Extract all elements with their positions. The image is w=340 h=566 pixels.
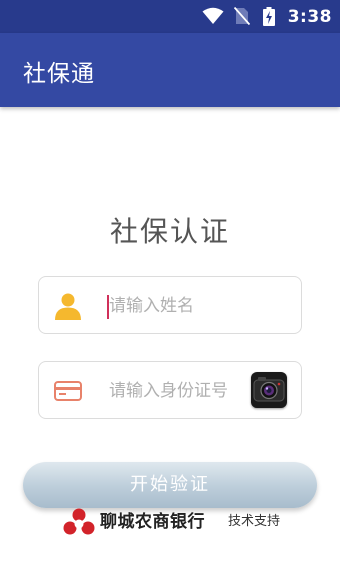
start-verification-button[interactable]: 开始验证	[23, 462, 317, 508]
id-number-input[interactable]	[109, 376, 251, 406]
bank-logo-icon	[63, 508, 95, 535]
bank-name: 聊城农商银行	[100, 512, 205, 532]
no-sim-icon	[234, 7, 250, 25]
camera-button[interactable]	[251, 372, 287, 408]
person-icon	[55, 293, 81, 320]
camera-icon	[253, 377, 285, 402]
status-bar: 3:38	[0, 0, 340, 33]
id-card-icon	[54, 381, 82, 401]
name-field[interactable]	[38, 276, 302, 334]
status-time: 3:38	[287, 7, 332, 27]
support-text: 技术支持	[228, 514, 281, 529]
page-title: 社保认证	[109, 215, 230, 248]
id-number-field[interactable]	[38, 361, 302, 419]
app-bar: 社保通	[0, 33, 340, 107]
name-input[interactable]	[109, 291, 249, 321]
battery-charging-icon	[263, 7, 275, 26]
wifi-icon	[202, 7, 224, 24]
app-title: 社保通	[23, 61, 95, 87]
